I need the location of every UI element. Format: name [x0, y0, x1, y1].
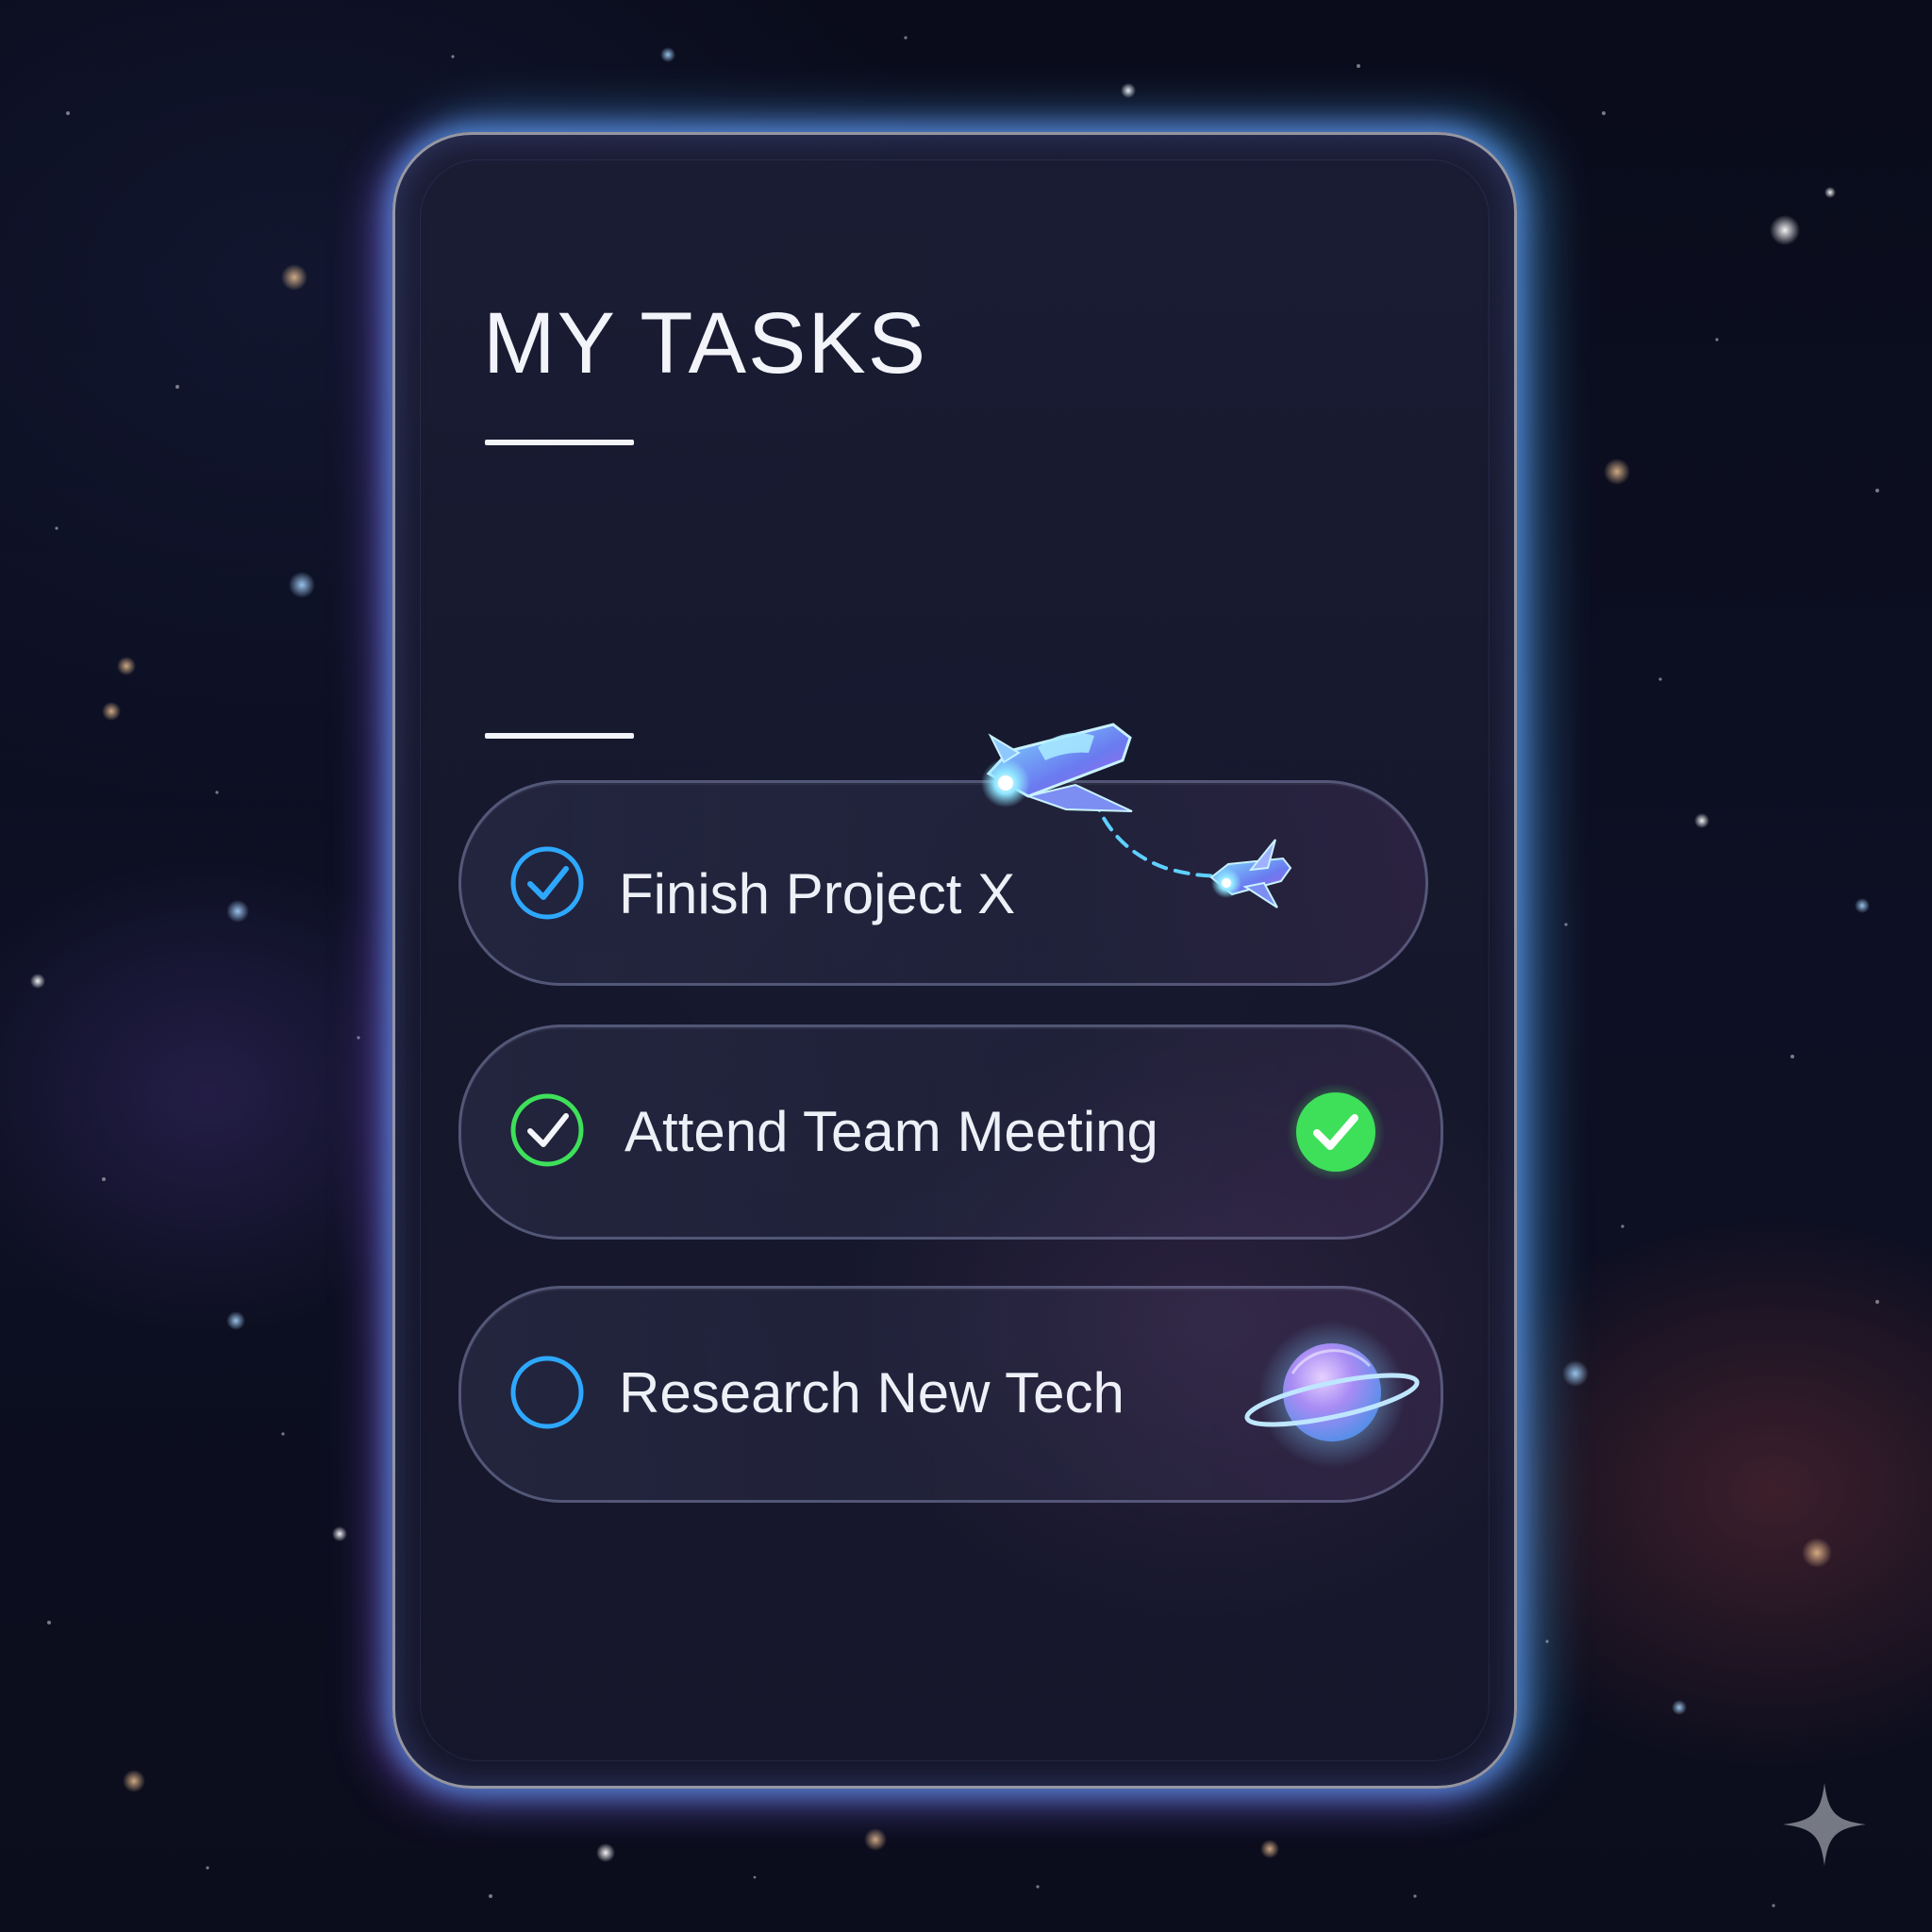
empty-circle-icon[interactable] [509, 1355, 585, 1430]
completed-badge-icon [1287, 1083, 1385, 1181]
section-divider [485, 733, 634, 739]
task-label: Research New Tech [619, 1361, 1124, 1424]
spaceship-icon [981, 723, 1292, 908]
planet-icon [1244, 1321, 1420, 1468]
space-background: MY TASKS Finish Project X Attend Team Me… [0, 0, 1932, 1932]
check-circle-icon[interactable] [509, 1092, 585, 1168]
task-label: Finish Project X [619, 862, 1016, 925]
page-title: MY TASKS [483, 295, 928, 391]
check-circle-icon[interactable] [509, 845, 585, 921]
sparkle-icon [1783, 1783, 1866, 1866]
title-underline [485, 440, 634, 445]
task-label: Attend Team Meeting [625, 1100, 1158, 1163]
